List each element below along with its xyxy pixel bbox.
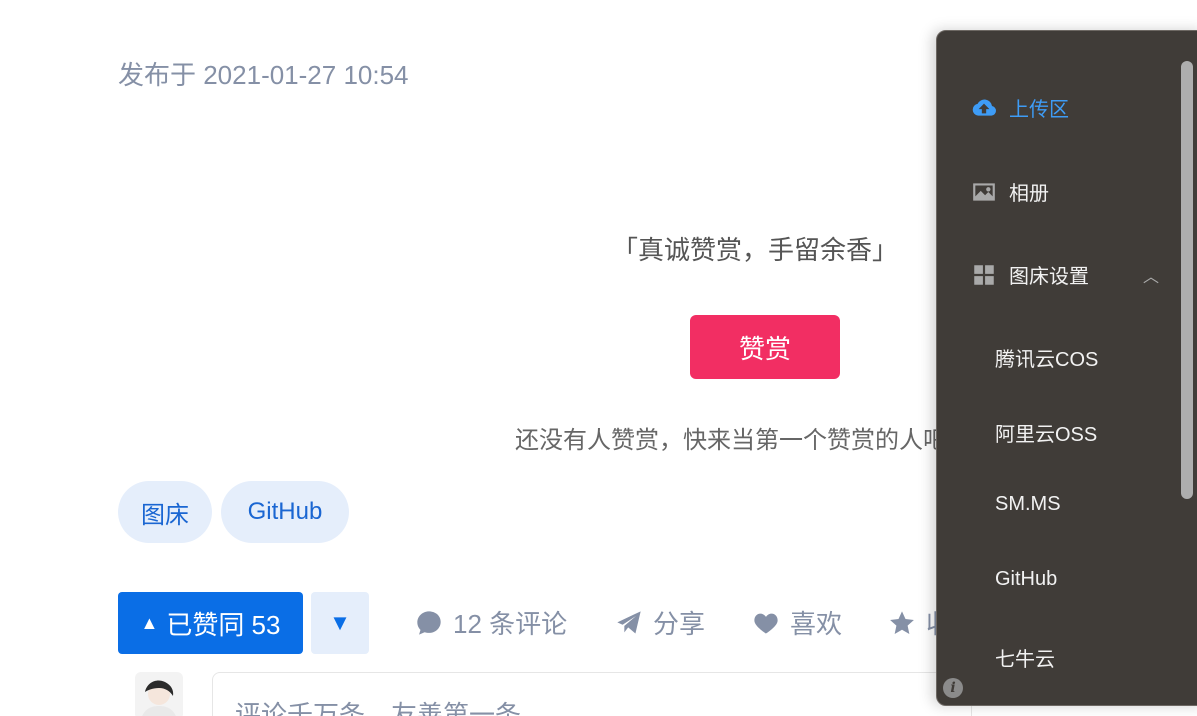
- submenu-item[interactable]: 腾讯云COS: [995, 343, 1098, 372]
- share-button[interactable]: 分享: [615, 604, 705, 641]
- cloud-upload-icon: [972, 99, 996, 116]
- menu-item-label: 相册: [1009, 183, 1049, 205]
- star-icon: [890, 610, 914, 634]
- menu-item-label: 上传区: [1009, 99, 1069, 121]
- paper-plane-icon: [617, 610, 641, 633]
- menu-item-settings[interactable]: 图床设置: [971, 260, 1089, 289]
- submenu-item[interactable]: 七牛云: [995, 643, 1055, 672]
- menu-item-upload[interactable]: 上传区: [971, 93, 1069, 122]
- comments-label: 12 条评论: [453, 609, 568, 639]
- submenu-item[interactable]: GitHub: [995, 568, 1057, 591]
- menu-item-album[interactable]: 相册: [971, 177, 1049, 206]
- image-icon: [973, 182, 995, 201]
- vote-up-label: 已赞同 53: [166, 609, 281, 640]
- comments-button[interactable]: 12 条评论: [415, 604, 567, 641]
- grid-icon: [974, 264, 994, 285]
- comment-input[interactable]: 评论千万条，友善第一条: [212, 672, 972, 716]
- chevron-up-icon[interactable]: ︿: [1143, 263, 1159, 287]
- reward-empty-text: 还没有人赞赏，快来当第一个赞赏的人吧！: [515, 427, 971, 454]
- avatar-illustration: [142, 680, 176, 716]
- tag-item[interactable]: GitHub: [221, 481, 349, 543]
- submenu-item[interactable]: SM.MS: [995, 493, 1061, 516]
- reward-quote: 「真诚赞赏，手留余香」: [612, 235, 899, 265]
- triangle-down-icon: ▼: [329, 610, 351, 635]
- image-host-panel: 上传区 相册 图床设置 ︿ 腾讯云COS 阿里云OSS SM.MS GitHub…: [936, 30, 1197, 706]
- heart-icon: [754, 613, 778, 633]
- info-icon[interactable]: i: [943, 678, 963, 698]
- vote-up-button[interactable]: ▲ 已赞同 53: [118, 592, 303, 654]
- reward-button[interactable]: 赞赏: [690, 315, 840, 379]
- triangle-up-icon: ▲: [140, 612, 159, 633]
- scrollbar[interactable]: [1181, 61, 1193, 499]
- share-label: 分享: [653, 609, 706, 639]
- like-label: 喜欢: [790, 609, 843, 639]
- tag-item[interactable]: 图床: [118, 481, 212, 543]
- publish-time: 发布于 2021-01-27 10:54: [118, 60, 409, 90]
- submenu-item[interactable]: 阿里云OSS: [995, 418, 1097, 447]
- vote-down-button[interactable]: ▼: [311, 592, 369, 654]
- like-button[interactable]: 喜欢: [752, 604, 842, 641]
- avatar: [135, 672, 183, 716]
- comment-bubble-icon: [417, 610, 441, 635]
- menu-item-label: 图床设置: [1009, 266, 1089, 288]
